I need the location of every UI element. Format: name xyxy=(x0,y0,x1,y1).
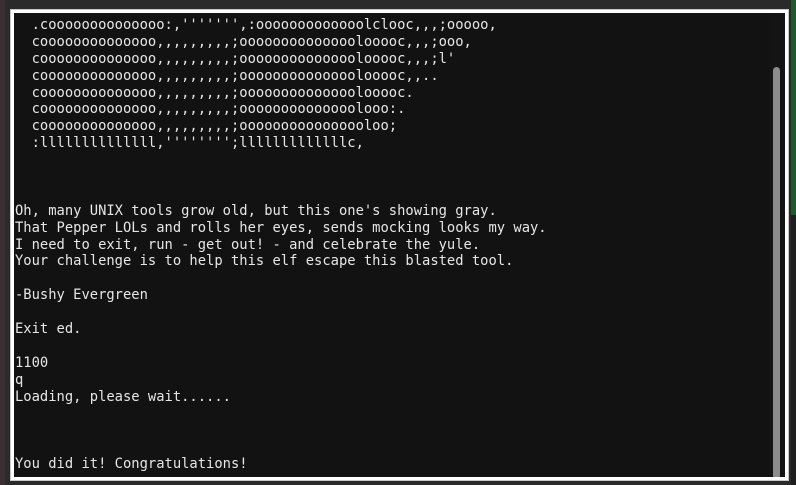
terminal-line: q xyxy=(15,371,24,388)
terminal-output: .coooooooooooooo:,''''''',:ooooooooooooo… xyxy=(15,17,775,473)
vertical-scrollbar[interactable] xyxy=(769,13,785,477)
terminal-line: :llllllllllllll,'''''''';lllllllllllllc, xyxy=(15,135,364,152)
terminal-line: 1100 xyxy=(15,354,49,371)
background-left-strip xyxy=(0,0,5,485)
terminal-line: Oh, many UNIX tools grow old, but this o… xyxy=(15,202,497,219)
terminal-line: That Pepper LOLs and rolls her eyes, sen… xyxy=(15,219,547,236)
scrollbar-thumb[interactable] xyxy=(773,67,780,477)
terminal-screen[interactable]: .coooooooooooooo:,''''''',:ooooooooooooo… xyxy=(14,13,785,477)
terminal-line: Exit ed. xyxy=(15,321,82,338)
terminal-line: Loading, please wait...... xyxy=(15,388,231,405)
terminal-line: coooooooooooooo,,,,,,,,,;ooooooooooooool… xyxy=(15,101,406,118)
terminal-line: coooooooooooooo,,,,,,,,,;ooooooooooooool… xyxy=(15,84,414,101)
terminal-line: coooooooooooooo,,,,,,,,,;ooooooooooooooo… xyxy=(15,118,398,135)
terminal-line: coooooooooooooo,,,,,,,,,;ooooooooooooool… xyxy=(15,33,472,50)
terminal-line: -Bushy Evergreen xyxy=(15,287,148,304)
terminal-line: coooooooooooooo,,,,,,,,,;ooooooooooooool… xyxy=(15,50,456,67)
terminal-window: .coooooooooooooo:,''''''',:ooooooooooooo… xyxy=(10,9,789,481)
terminal-line: I need to exit, run - get out! - and cel… xyxy=(15,236,481,253)
terminal-line: .coooooooooooooo:,''''''',:ooooooooooooo… xyxy=(15,17,497,33)
background-right-strip xyxy=(791,0,796,485)
terminal-line: coooooooooooooo,,,,,,,,,;ooooooooooooool… xyxy=(15,67,439,84)
background-green-area xyxy=(791,0,796,215)
terminal-line: You did it! Congratulations! xyxy=(15,456,248,473)
terminal-line: Your challenge is to help this elf escap… xyxy=(15,253,514,270)
